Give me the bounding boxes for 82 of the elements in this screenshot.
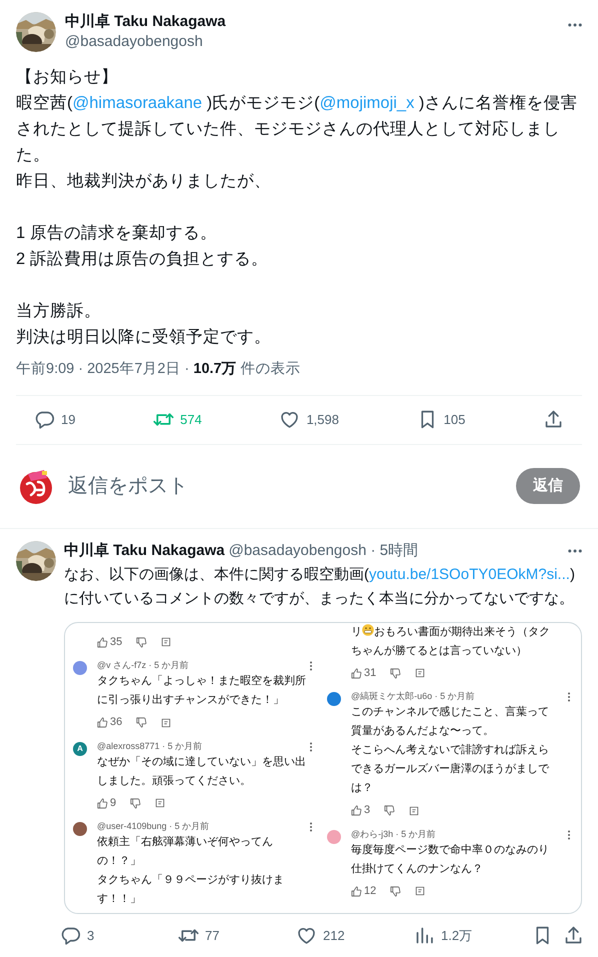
views-button[interactable]: 1.2万 (414, 925, 532, 946)
like-count: 31 (351, 664, 376, 682)
comment-text: タクちゃん「よっしゃ！また暇空を裁判所 (97, 674, 306, 690)
like-count: 3 (351, 802, 370, 819)
thumbs-down-icon (384, 805, 396, 816)
post-text: 2 訴訟費用は原告の負担とする。 (16, 249, 269, 270)
reply-button[interactable]: 19 (34, 409, 76, 430)
post-text: 1 原告の請求を棄却する。 (16, 223, 218, 244)
retweet-button[interactable]: 77 (178, 925, 296, 946)
comment-text: このチャンネルで感じたこと、言葉って (351, 704, 549, 720)
comment-text: リ おもろい書面が期待出来そう（タク (351, 622, 550, 640)
kebab-menu-icon (567, 830, 571, 840)
thumbs-up-icon (351, 805, 362, 816)
grimace-emoji-icon (362, 624, 374, 636)
thumbs-down-icon (136, 636, 148, 648)
comment-reply-icon (415, 886, 426, 896)
comment-text: できるガールズバー唐澤のほうがましで (351, 762, 549, 778)
avatar-icon: A (73, 742, 87, 756)
comment-text: なぜか「その域に達していない」を思い出 (97, 754, 306, 770)
comment-text: す！！」 (97, 892, 142, 908)
comment-text: 依頼主「右舷弾幕薄いぞ何やってん (97, 834, 274, 850)
comment-text: しました。頑張ってください。 (97, 774, 252, 789)
heart-icon (279, 409, 300, 430)
post-text: 当方勝訴。 (16, 301, 102, 322)
comment-text: そこらへん考えないで誹謗すれば訴えら (351, 742, 549, 758)
like-button[interactable]: 1,598 (279, 409, 339, 430)
comment-text: 質量があるんだよな〜って。 (351, 724, 495, 740)
comment-author: @縞斑ミケ太郎-u6o · 5 か月前 (351, 690, 476, 704)
thumbs-down-icon (390, 886, 402, 896)
thumbs-up-icon (97, 636, 108, 648)
thumbs-up-icon (351, 668, 362, 678)
thumbs-down-icon (130, 798, 142, 808)
comment-reply-icon (409, 806, 420, 816)
comment-text: 毎度毎度ページ数で命中率０のなみのり (351, 842, 549, 858)
comment-text: の！？」 (97, 854, 142, 870)
reply-icon (34, 409, 55, 430)
author-handle[interactable]: @basadayobengosh (65, 32, 566, 52)
author-name[interactable]: 中川卓 Taku Nakagawa (64, 540, 225, 561)
comment-text: は？ (351, 781, 374, 796)
comment-reply-icon (161, 637, 172, 647)
comment-text: タクちゃん「９９ページがすり抜けま (97, 873, 284, 888)
bookmark-button[interactable]: 105 (416, 409, 466, 430)
like-count: 35 (97, 634, 122, 650)
post-text: 判決は明日以降に受領予定です。 (16, 327, 272, 348)
thumbs-up-icon (97, 798, 108, 808)
author-name[interactable]: 中川卓 Taku Nakagawa (65, 12, 566, 32)
thumbs-up-icon (351, 886, 362, 896)
heart-icon (296, 925, 317, 946)
comment-author: @user-4109bung · 5 か月前 (97, 820, 210, 834)
post-text: なお、以下の画像は、本件に関する暇空動画(youtu.be/1SOoTY0EOkM?si...)に付いているコメントの数々ですが、まったく本当に分かってないですな。 (64, 564, 576, 609)
like-count: 36 (97, 714, 122, 731)
kebab-menu-icon (567, 692, 571, 702)
author-handle[interactable]: @basadayobengosh · 5時間 (228, 540, 566, 561)
post-text: 暇空茜(@himasoraakane )氏がモジモジ(@mojimoji_x )さんに名誉権を侵害されたとして提訴していた件、モジモジさんの代理人として対応しました。 (16, 93, 578, 166)
reply-icon (60, 925, 81, 946)
comment-text: 仕掛けてくんのナンなん？ (351, 862, 484, 877)
comment-author: @alexross8771 · 5 か月前 (97, 740, 204, 753)
comment-reply-icon (155, 798, 166, 808)
comment-author: @わら-j3h · 5 か月前 (351, 828, 437, 841)
share-icon (563, 925, 584, 946)
like-button[interactable]: 212 (296, 925, 414, 946)
thumbs-down-icon (136, 717, 148, 728)
kebab-menu-icon (309, 661, 313, 672)
comment-reply-icon (161, 718, 172, 728)
like-count: 12 (351, 882, 376, 900)
share-button[interactable] (542, 409, 564, 430)
post-meta: 午前9:09 · 2025年7月2日 · 10.7万 件の表示 (15, 360, 302, 379)
thumbs-down-icon (390, 668, 402, 678)
comment-text: に引っ張り出すチャンスができた！」 (97, 693, 285, 708)
comment-text: ちゃんが勝てるとは言っていない） (351, 644, 528, 659)
kebab-menu-icon (309, 742, 313, 752)
comment-reply-icon (415, 668, 426, 678)
post-text: 【お知らせ】 (16, 67, 119, 88)
reply-button[interactable]: 3 (60, 925, 178, 946)
like-count: 9 (97, 794, 116, 812)
comment-author: @v さん-f7z · 5 か月前 (97, 659, 190, 672)
thumbs-up-icon (97, 717, 108, 728)
share-icon (542, 409, 564, 430)
share-button[interactable] (563, 925, 584, 946)
bar-chart-icon (414, 925, 435, 946)
kebab-menu-icon (309, 822, 313, 832)
post-text: 昨日、地裁判決がありましたが、 (16, 171, 272, 192)
